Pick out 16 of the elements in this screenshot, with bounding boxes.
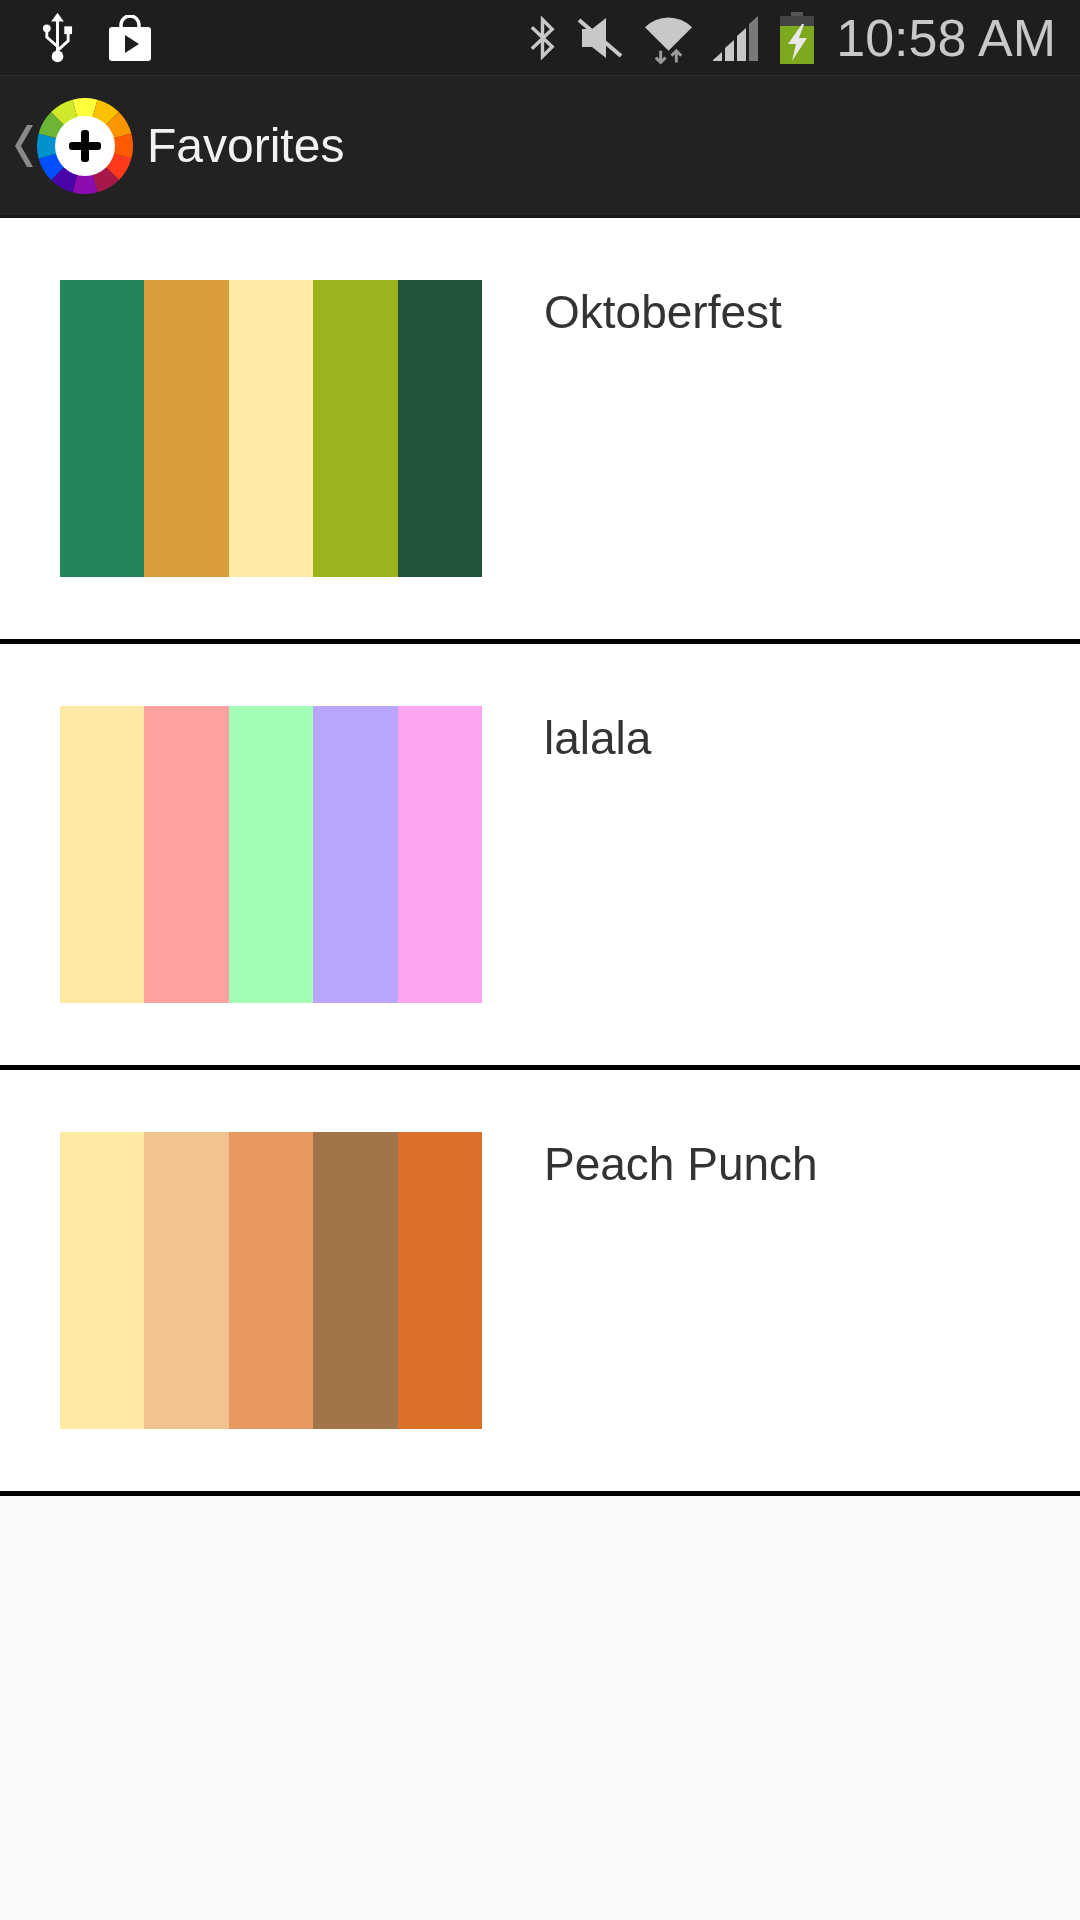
caret-icon [13, 124, 33, 167]
up-button[interactable] [13, 97, 133, 194]
usb-icon [41, 11, 74, 64]
signal-icon [713, 14, 761, 61]
muted-speaker-icon [576, 15, 625, 60]
palette-row[interactable]: lalala [0, 644, 1080, 1070]
palette-row[interactable]: Peach Punch [0, 1070, 1080, 1496]
palette-name: Peach Punch [544, 1141, 818, 1187]
status-time: 10:58 AM [836, 11, 1056, 64]
battery-icon [778, 11, 817, 64]
palette-row[interactable]: Oktoberfest [0, 218, 1080, 644]
color-wheel-plus-icon [37, 97, 133, 194]
palette-name: Oktoberfest [544, 289, 782, 335]
palette-name: lalala [544, 715, 652, 761]
screen-title: Favorites [147, 121, 345, 170]
play-bag-icon [107, 14, 153, 61]
